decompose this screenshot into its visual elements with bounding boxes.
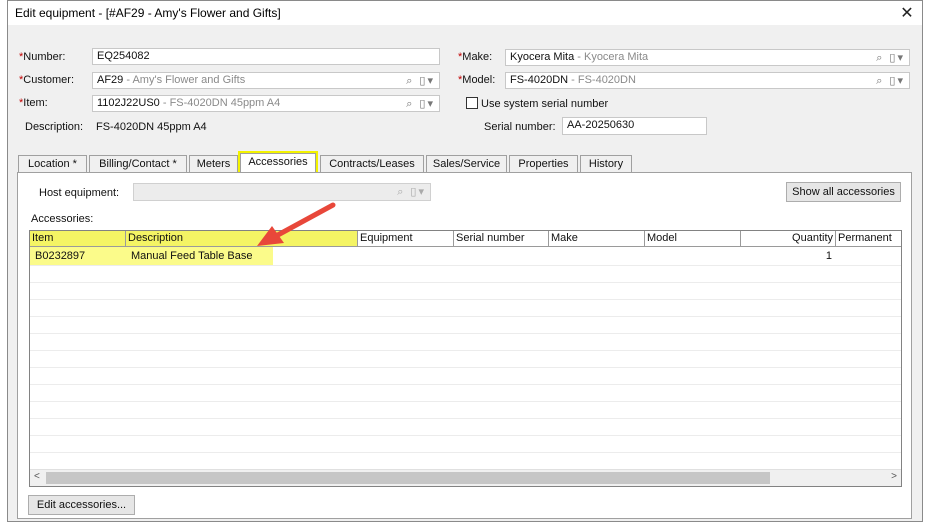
number-label: *Number: [19, 51, 66, 63]
grid-line [30, 418, 901, 419]
tab-location[interactable]: Location * [18, 155, 87, 172]
use-system-serial-checkbox[interactable] [466, 97, 478, 109]
grid-header: Item Description Equipment Serial number… [30, 231, 901, 247]
tab-meters[interactable]: Meters [189, 155, 238, 172]
grid-line [30, 350, 901, 351]
customer-label: *Customer: [19, 74, 75, 86]
scrollbar-thumb[interactable] [46, 472, 770, 484]
grid-line [30, 452, 901, 453]
item-field[interactable]: 1102J22US0 - FS-4020DN 45ppm A4 ⌕ ▯▾ [92, 95, 440, 112]
model-label: *Model: [458, 74, 496, 86]
column-header-quantity[interactable]: Quantity [741, 231, 836, 246]
row-description: Manual Feed Table Base [131, 250, 253, 262]
accessories-label: Accessories: [31, 213, 94, 225]
column-header-permanent[interactable]: Permanent [836, 231, 901, 246]
tab-contracts-leases[interactable]: Contracts/Leases [320, 155, 424, 172]
background-app-left [0, 0, 7, 522]
row-item: B0232897 [35, 250, 86, 262]
number-field[interactable]: EQ254082 [92, 48, 440, 65]
description-label: Description: [25, 121, 84, 133]
serial-number-label: Serial number: [484, 121, 556, 133]
row-quantity: 1 [825, 250, 832, 262]
column-header-equipment[interactable]: Equipment [358, 231, 454, 246]
accessories-panel: Host equipment: ⌕ ▯▾ Show all accessorie… [17, 172, 912, 519]
grid-line [30, 367, 901, 368]
tab-sales-service[interactable]: Sales/Service [426, 155, 507, 172]
grid-line [30, 401, 901, 402]
grid-line [30, 282, 901, 283]
item-label: *Item: [19, 97, 48, 109]
column-header-description[interactable]: Description [126, 231, 358, 246]
host-equipment-field[interactable]: ⌕ ▯▾ [133, 183, 431, 201]
scroll-right-icon[interactable]: > [891, 471, 897, 482]
tab-history[interactable]: History [580, 155, 632, 172]
tab-properties[interactable]: Properties [509, 155, 578, 172]
use-system-serial-label: Use system serial number [481, 98, 609, 110]
accessories-grid: Item Description Equipment Serial number… [29, 230, 902, 487]
close-icon[interactable]: ✕ [898, 3, 916, 23]
grid-line [30, 384, 901, 385]
model-field[interactable]: FS-4020DN - FS-4020DN ⌕ ▯▾ [505, 72, 910, 89]
grid-line [30, 299, 901, 300]
edit-equipment-dialog: Edit equipment - [#AF29 - Amy's Flower a… [7, 0, 923, 522]
grid-line [30, 435, 901, 436]
lookup-icon[interactable]: ⌕ ▯▾ [397, 185, 426, 199]
lookup-icon[interactable]: ⌕ ▯▾ [406, 97, 435, 111]
grid-line [30, 316, 901, 317]
grid-line [30, 265, 901, 266]
edit-accessories-button[interactable]: Edit accessories... [28, 495, 135, 515]
description-value: FS-4020DN 45ppm A4 [96, 121, 207, 133]
serial-number-field[interactable]: AA-20250630 [562, 117, 707, 135]
lookup-icon[interactable]: ⌕ ▯▾ [406, 74, 435, 88]
column-header-serial-number[interactable]: Serial number [454, 231, 549, 246]
customer-field[interactable]: AF29 - Amy's Flower and Gifts ⌕ ▯▾ [92, 72, 440, 89]
column-header-model[interactable]: Model [645, 231, 741, 246]
make-label: *Make: [458, 51, 493, 63]
show-all-accessories-button[interactable]: Show all accessories [786, 182, 901, 202]
scroll-left-icon[interactable]: < [34, 471, 40, 482]
host-equipment-label: Host equipment: [39, 187, 120, 199]
lookup-icon[interactable]: ⌕ ▯▾ [876, 51, 905, 65]
column-header-make[interactable]: Make [549, 231, 645, 246]
make-field[interactable]: Kyocera Mita - Kyocera Mita ⌕ ▯▾ [505, 49, 910, 66]
column-header-item[interactable]: Item [30, 231, 126, 246]
title-bar: Edit equipment - [#AF29 - Amy's Flower a… [8, 1, 922, 25]
tab-billing-contact[interactable]: Billing/Contact * [89, 155, 187, 172]
tab-accessories[interactable]: Accessories [238, 151, 318, 175]
horizontal-scrollbar[interactable]: < > [30, 469, 901, 486]
lookup-icon[interactable]: ⌕ ▯▾ [876, 74, 905, 88]
dialog-title: Edit equipment - [#AF29 - Amy's Flower a… [15, 6, 281, 20]
grid-line [30, 333, 901, 334]
